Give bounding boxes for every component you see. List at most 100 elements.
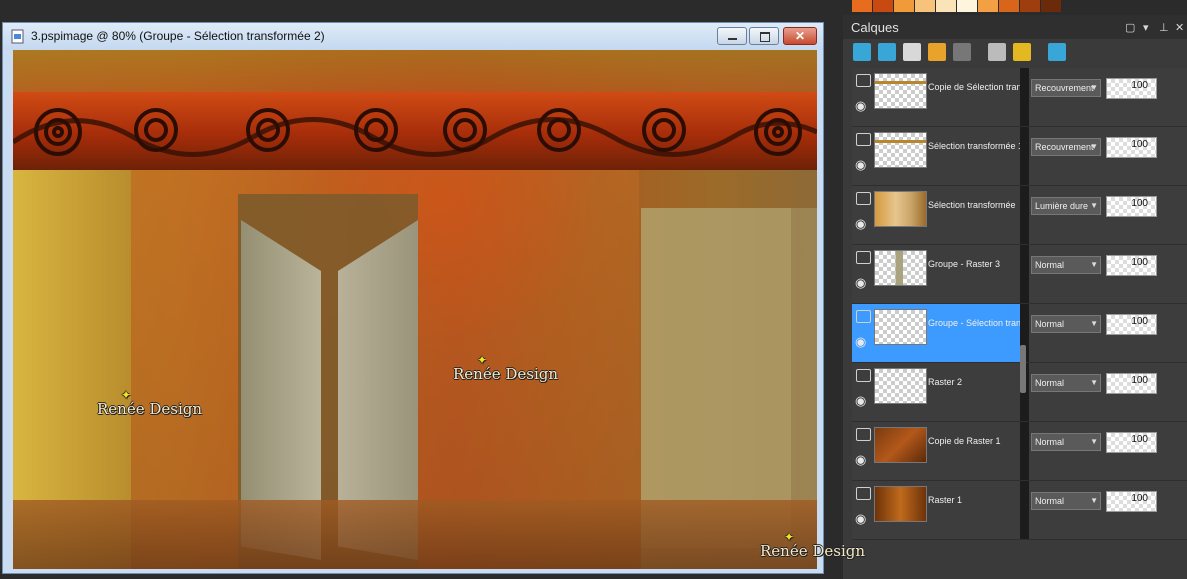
layer-list: ◉ Copie de Sélection transformée 1 Recou… bbox=[852, 68, 1187, 579]
eye-icon[interactable]: ◉ bbox=[855, 157, 866, 173]
color-swatch[interactable] bbox=[957, 0, 978, 12]
layer-group-icon[interactable] bbox=[856, 192, 871, 205]
color-swatch[interactable] bbox=[978, 0, 999, 12]
layer-group-icon[interactable] bbox=[856, 369, 871, 382]
opacity-field[interactable]: 100 bbox=[1106, 491, 1157, 512]
layer-group-icon[interactable] bbox=[856, 487, 871, 500]
new-mask-layer-icon[interactable] bbox=[903, 43, 921, 61]
layer-main[interactable]: ◉ Groupe - Sélection transformée 2 bbox=[852, 304, 1020, 362]
blend-mode-select[interactable]: Normal ▼ bbox=[1031, 492, 1101, 510]
link-icon[interactable] bbox=[988, 43, 1006, 61]
chevron-down-icon: ▼ bbox=[1090, 201, 1098, 210]
color-swatch[interactable] bbox=[915, 0, 936, 12]
layer-thumbnail bbox=[874, 250, 927, 286]
opacity-value: 100 bbox=[1131, 434, 1148, 445]
image-window-title: 3.pspimage @ 80% (Groupe - Sélection tra… bbox=[31, 29, 325, 43]
color-swatch[interactable] bbox=[936, 0, 957, 12]
opacity-field[interactable]: 100 bbox=[1106, 255, 1157, 276]
layer-main[interactable]: ◉ Sélection transformée bbox=[852, 186, 1020, 244]
layer-row[interactable]: ◉ Copie de Raster 1 Normal ▼ 100 bbox=[852, 422, 1187, 481]
eye-icon[interactable]: ◉ bbox=[855, 216, 866, 232]
delete-layer-icon[interactable] bbox=[953, 43, 971, 61]
opacity-value: 100 bbox=[1131, 139, 1148, 150]
color-swatch[interactable] bbox=[873, 0, 894, 12]
layer-main[interactable]: ◉ Raster 2 bbox=[852, 363, 1020, 421]
color-swatch[interactable] bbox=[999, 0, 1020, 12]
blend-mode-select[interactable]: Normal ▼ bbox=[1031, 315, 1101, 333]
layer-group-icon[interactable] bbox=[856, 133, 871, 146]
eye-icon[interactable]: ◉ bbox=[855, 98, 866, 114]
eye-icon[interactable]: ◉ bbox=[855, 452, 866, 468]
color-swatch[interactable] bbox=[1041, 0, 1062, 12]
layer-row[interactable]: ◉ Groupe - Raster 3 Normal ▼ 100 bbox=[852, 245, 1187, 304]
right-door bbox=[641, 208, 791, 548]
blend-mode-select[interactable]: Lumière dure ▼ bbox=[1031, 197, 1101, 215]
properties-icon[interactable] bbox=[1048, 43, 1066, 61]
close-button[interactable]: ✕ bbox=[783, 27, 817, 45]
row-divider bbox=[1020, 68, 1029, 126]
layer-main[interactable]: ◉ Copie de Raster 1 bbox=[852, 422, 1020, 480]
eye-icon[interactable]: ◉ bbox=[855, 275, 866, 291]
layer-thumbnail bbox=[874, 309, 927, 345]
blend-mode-select[interactable]: Normal ▼ bbox=[1031, 433, 1101, 451]
restore-icon[interactable]: ▢ bbox=[1125, 21, 1135, 34]
panel-splitter[interactable] bbox=[1020, 345, 1026, 393]
layer-main[interactable]: ◉ Groupe - Raster 3 bbox=[852, 245, 1020, 303]
blend-mode-select[interactable]: Normal ▼ bbox=[1031, 256, 1101, 274]
blend-mode-select[interactable]: Recouvrement ▼ bbox=[1031, 138, 1101, 156]
opacity-field[interactable]: 100 bbox=[1106, 432, 1157, 453]
pin-icon[interactable]: ⊥ bbox=[1159, 21, 1169, 34]
blend-mode-value: Recouvrement bbox=[1035, 142, 1094, 152]
layer-group-icon[interactable] bbox=[856, 428, 871, 441]
image-window-titlebar[interactable]: 3.pspimage @ 80% (Groupe - Sélection tra… bbox=[3, 23, 823, 50]
layer-main[interactable]: ◉ Raster 1 bbox=[852, 481, 1020, 539]
layer-group-icon[interactable] bbox=[856, 310, 871, 323]
new-raster-layer-icon[interactable] bbox=[853, 43, 871, 61]
opacity-field[interactable]: 100 bbox=[1106, 78, 1157, 99]
floor bbox=[13, 500, 817, 569]
layers-panel-header[interactable]: Calques ▢ ▾ ⊥ ✕ bbox=[843, 15, 1187, 40]
chevron-down-icon[interactable]: ▾ bbox=[1143, 21, 1149, 34]
opacity-field[interactable]: 100 bbox=[1106, 314, 1157, 335]
watermark-text: ✦ Renée Design bbox=[760, 530, 865, 560]
opacity-field[interactable]: 100 bbox=[1106, 373, 1157, 394]
layer-row[interactable]: ◉ Sélection transformée Lumière dure ▼ 1… bbox=[852, 186, 1187, 245]
layer-group-icon[interactable] bbox=[856, 74, 871, 87]
opacity-field[interactable]: 100 bbox=[1106, 196, 1157, 217]
chevron-down-icon: ▼ bbox=[1090, 378, 1098, 387]
layer-main[interactable]: ◉ Sélection transformée 1 bbox=[852, 127, 1020, 185]
layer-thumbnail bbox=[874, 486, 927, 522]
blend-mode-select[interactable]: Normal ▼ bbox=[1031, 374, 1101, 392]
minimize-button[interactable] bbox=[717, 27, 747, 45]
color-swatch[interactable] bbox=[894, 0, 915, 12]
eye-icon[interactable]: ◉ bbox=[855, 393, 866, 409]
close-icon[interactable]: ✕ bbox=[1175, 21, 1184, 34]
chevron-down-icon: ▼ bbox=[1090, 437, 1098, 446]
maximize-button[interactable] bbox=[749, 27, 779, 45]
chevron-down-icon: ▼ bbox=[1090, 496, 1098, 505]
layer-row[interactable]: ◉ Sélection transformée 1 Recouvrement ▼… bbox=[852, 127, 1187, 186]
layer-main[interactable]: ◉ Copie de Sélection transformée 1 bbox=[852, 68, 1020, 126]
eye-icon[interactable]: ◉ bbox=[855, 511, 866, 527]
eye-icon[interactable]: ◉ bbox=[855, 334, 866, 350]
layer-name: Sélection transformée 1 bbox=[928, 141, 1020, 151]
color-swatch[interactable] bbox=[1020, 0, 1041, 12]
spiral-pattern bbox=[13, 108, 817, 157]
butterfly-icon: ✦ bbox=[121, 388, 132, 402]
layer-name: Sélection transformée bbox=[928, 200, 1016, 210]
layer-group-icon[interactable] bbox=[856, 251, 871, 264]
opacity-value: 100 bbox=[1131, 257, 1148, 268]
color-swatch-strip[interactable] bbox=[852, 0, 1062, 12]
image-canvas[interactable]: ✦ Renée Design ✦ Renée Design bbox=[13, 50, 817, 569]
lock-icon[interactable] bbox=[1013, 43, 1031, 61]
blend-mode-select[interactable]: Recouvrement ▼ bbox=[1031, 79, 1101, 97]
layer-thumbnail bbox=[874, 427, 927, 463]
row-divider bbox=[1020, 186, 1029, 244]
layer-row[interactable]: ◉ Copie de Sélection transformée 1 Recou… bbox=[852, 68, 1187, 127]
opacity-field[interactable]: 100 bbox=[1106, 137, 1157, 158]
new-vector-layer-icon[interactable] bbox=[878, 43, 896, 61]
layer-row[interactable]: ◉ Raster 1 Normal ▼ 100 bbox=[852, 481, 1187, 540]
color-swatch[interactable] bbox=[852, 0, 873, 12]
watermark-text: ✦ Renée Design bbox=[97, 388, 202, 418]
adjustment-layer-icon[interactable] bbox=[928, 43, 946, 61]
